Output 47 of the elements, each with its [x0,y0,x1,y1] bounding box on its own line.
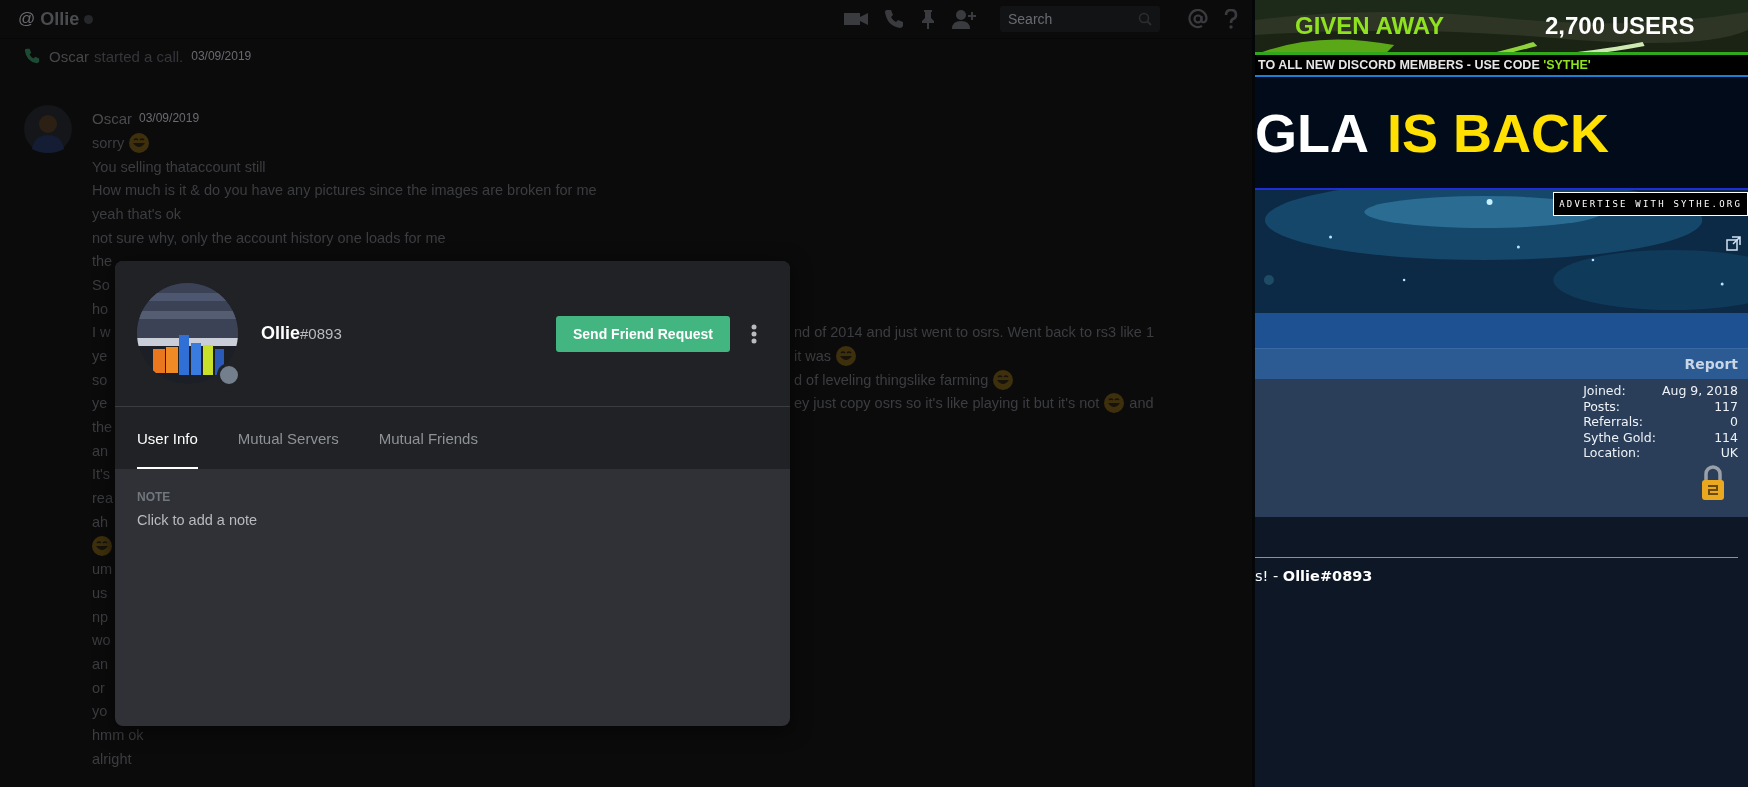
at-symbol: @ [18,9,36,29]
ad-strip: TO ALL NEW DISCORD MEMBERS - USE CODE 'SYTHE' [1255,55,1748,77]
ad-headline: GIVEN AWAY [1295,12,1444,40]
timestamp: 03/09/2019 [191,49,252,63]
stat-value: 117 [1713,398,1738,414]
stat-label: Sythe Gold: [1583,429,1656,445]
note-field[interactable]: Click to add a note [137,512,437,528]
help-icon[interactable] [1224,9,1238,29]
ad-banner[interactable]: GLA IS BACK [1255,77,1748,190]
search-icon [1138,12,1152,26]
timestamp: 03/09/2019 [139,111,200,125]
grinning-emoji-icon [129,132,150,153]
profile-tab[interactable]: Mutual Friends [378,407,478,469]
padlock-icon [1700,464,1726,501]
signature-text: s! - Ollie#0893 [1255,568,1374,584]
search-field[interactable]: Search [1000,6,1160,32]
caller-name: Oscar [49,47,89,65]
pin-icon[interactable] [920,9,936,29]
stat-value: Aug 9, 2018 [1661,383,1738,399]
grinning-emoji-icon [836,346,857,367]
stat-label: Joined: [1583,383,1627,399]
user-avatar-icon[interactable] [24,105,72,153]
stat-label: Referrals: [1583,414,1644,430]
more-options-icon[interactable] [750,322,758,345]
stat-label: Location: [1583,445,1642,461]
add-user-icon[interactable] [952,9,976,29]
profile-tab[interactable]: Mutual Servers [237,407,339,469]
username: Ollie#0893 [261,323,343,344]
phone-icon [24,48,40,64]
status-dot [84,14,94,24]
channel-title: Ollie [40,8,80,30]
stat-value: 114 [1713,429,1738,445]
grinning-emoji-icon [92,535,112,556]
grinning-emoji-icon [1104,393,1125,414]
phone-icon[interactable] [884,9,904,29]
stat-value: UK [1719,445,1738,461]
note-label: NOTE [137,490,172,504]
mention-icon[interactable] [1188,9,1208,29]
profile-tab[interactable]: User Info [137,407,198,469]
advertise-link[interactable]: ADVERTISE WITH SYTHE.ORG [1553,192,1748,216]
stat-label: Posts: [1583,398,1621,414]
ad-headline: 2,700 USERS [1545,12,1695,40]
report-link[interactable]: Report [1684,356,1738,372]
video-camera-icon[interactable] [844,11,868,27]
popout-icon[interactable] [1726,235,1742,251]
stat-value: 0 [1729,414,1738,430]
grinning-emoji-icon [993,369,1014,390]
